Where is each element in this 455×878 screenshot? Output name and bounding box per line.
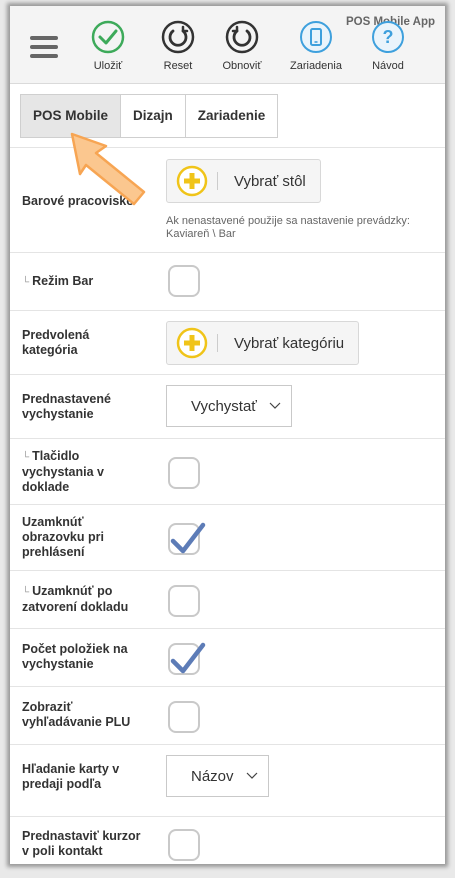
setting-label: └ Režim Bar — [22, 274, 94, 288]
checkmark-icon — [170, 642, 206, 674]
preparation-select-value: Vychystať — [191, 397, 257, 415]
select-category-label: Vybrať kategóriu — [234, 334, 345, 352]
setting-row-card-search: Hľadanie karty v predaji podľa Názov — [10, 744, 445, 816]
show-plu-search-checkbox[interactable] — [168, 701, 200, 733]
setting-row-lock-after-close: └ Uzamknúť po zatvorení dokladu — [10, 570, 445, 628]
refresh-button[interactable]: Obnoviť — [210, 20, 274, 72]
card-search-select-value: Názov — [191, 767, 234, 785]
sub-marker: └ — [22, 587, 30, 598]
refresh-icon — [225, 20, 259, 54]
help-label: Návod — [372, 60, 404, 72]
divider — [217, 334, 218, 352]
save-label: Uložiť — [93, 60, 123, 72]
setting-label: Predvolená kategória — [22, 328, 90, 357]
setting-row-show-plu-search: Zobraziť vyhľadávanie PLU — [10, 686, 445, 744]
reset-icon — [161, 20, 195, 54]
bar-mode-checkbox[interactable] — [168, 265, 200, 297]
item-count-checkbox[interactable] — [168, 642, 206, 675]
setting-label: Počet položiek na vychystanie — [22, 642, 128, 671]
devices-label: Zariadenia — [290, 60, 342, 72]
tab-device[interactable]: Zariadenie — [184, 94, 279, 138]
setting-row-item-count: Počet položiek na vychystanie — [10, 628, 445, 686]
divider — [217, 172, 218, 190]
svg-text:?: ? — [383, 27, 394, 47]
help-icon: ? — [372, 21, 404, 53]
setting-row-bar-mode: └ Režim Bar — [10, 252, 445, 310]
pointer-arrow-icon — [70, 132, 146, 206]
preparation-select[interactable]: Vychystať — [166, 385, 292, 427]
sub-marker: └ — [22, 277, 30, 288]
reset-button[interactable]: Reset — [146, 20, 210, 72]
lock-on-login-checkbox[interactable] — [168, 522, 206, 555]
setting-row-default-preparation: Prednastavené vychystanie Vychystať — [10, 374, 445, 438]
setting-label: Prednastaviť kurzor v poli kontakt — [22, 829, 141, 858]
reset-label: Reset — [163, 60, 193, 72]
chevron-down-icon — [246, 772, 257, 779]
app-window: POS Mobile App Uložiť Reset Obnoviť — [10, 6, 445, 864]
plus-icon — [176, 165, 208, 197]
setting-label: Hľadanie karty v predaji podľa — [22, 762, 120, 791]
select-category-button[interactable]: Vybrať kategóriu — [166, 321, 360, 365]
devices-button[interactable]: Zariadenia — [284, 20, 348, 72]
save-button[interactable]: Uložiť — [76, 20, 140, 72]
setting-row-cursor-contact: Prednastaviť kurzor v poli kontakt — [10, 816, 445, 864]
toolbar: POS Mobile App Uložiť Reset Obnoviť — [10, 6, 445, 84]
check-circle-icon — [91, 20, 125, 54]
setting-label: Prednastavené vychystanie — [22, 392, 111, 421]
plus-icon — [176, 327, 208, 359]
lock-after-close-checkbox[interactable] — [168, 585, 200, 617]
setting-label: └ Tlačidlo vychystania v doklade — [22, 449, 104, 494]
setting-row-preparation-button: └ Tlačidlo vychystania v doklade — [10, 438, 445, 504]
setting-label: └ Uzamknúť po zatvorení dokladu — [22, 584, 129, 614]
checkmark-icon — [170, 522, 206, 554]
cursor-contact-checkbox[interactable] — [168, 829, 200, 861]
setting-row-lock-on-login: Uzamknúť obrazovku pri prehlásení — [10, 504, 445, 570]
setting-row-default-category: Predvolená kategória Vybrať kategóriu — [10, 310, 445, 374]
device-icon — [300, 21, 332, 53]
bar-workplace-hint: Ak nenastavené použije sa nastavenie pre… — [166, 215, 410, 240]
chevron-down-icon — [269, 402, 281, 409]
menu-icon[interactable] — [30, 36, 58, 58]
setting-label: Zobraziť vyhľadávanie PLU — [22, 700, 131, 729]
select-table-button[interactable]: Vybrať stôl — [166, 159, 321, 203]
help-button[interactable]: ? Návod — [356, 20, 420, 72]
card-search-select[interactable]: Názov — [166, 755, 269, 797]
setting-label: Uzamknúť obrazovku pri prehlásení — [22, 515, 104, 559]
refresh-label: Obnoviť — [222, 60, 262, 72]
preparation-button-checkbox[interactable] — [168, 457, 200, 489]
sub-marker: └ — [22, 452, 30, 463]
select-table-label: Vybrať stôl — [234, 172, 306, 190]
